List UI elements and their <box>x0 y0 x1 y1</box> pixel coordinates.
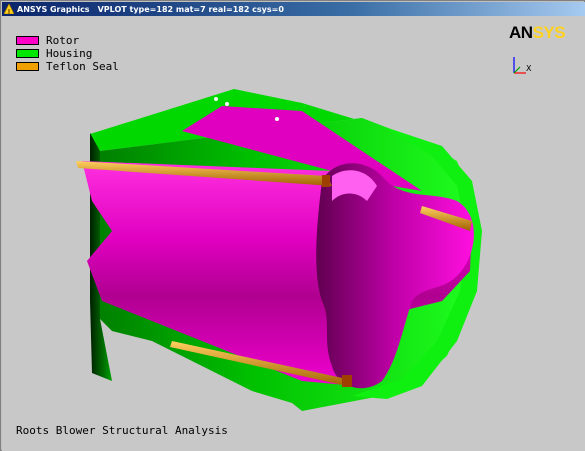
seal-end-bottom <box>342 375 352 387</box>
material-legend: Rotor Housing Teflon Seal <box>16 34 119 73</box>
window-title: ANSYS Graphics <box>17 4 90 14</box>
ansys-graphics-window: ANSYS Graphics VPLOT type=182 mat=7 real… <box>0 0 585 451</box>
title-bar[interactable]: ANSYS Graphics VPLOT type=182 mat=7 real… <box>2 2 585 16</box>
ansys-app-icon <box>4 4 14 14</box>
bolt-hole-1 <box>214 97 218 101</box>
logo-part-sys: SYS <box>532 23 566 42</box>
seal-end-top <box>322 175 330 187</box>
legend-item-rotor: Rotor <box>16 34 119 47</box>
legend-label-rotor: Rotor <box>46 34 80 47</box>
ansys-logo: ANSYS <box>509 23 566 43</box>
plot-title: Roots Blower Structural Analysis <box>16 424 228 437</box>
bolt-hole-2 <box>225 102 229 106</box>
legend-swatch-rotor <box>16 36 39 45</box>
coordinate-triad-icon: X <box>513 57 532 74</box>
legend-label-housing: Housing <box>46 47 93 60</box>
triad-x-label: X <box>526 64 532 73</box>
legend-item-housing: Housing <box>16 47 119 60</box>
bolt-hole-3 <box>275 117 279 121</box>
legend-item-teflon-seal: Teflon Seal <box>16 60 119 73</box>
graphics-viewport[interactable]: Rotor Housing Teflon Seal ANSYS X Roots … <box>2 16 585 451</box>
legend-label-teflon-seal: Teflon Seal <box>46 60 119 73</box>
rotor-housing-model <box>76 89 482 411</box>
legend-swatch-teflon-seal <box>16 62 39 71</box>
logo-part-an: AN <box>509 23 533 42</box>
window-plot-info: VPLOT type=182 mat=7 real=182 csys=0 <box>97 4 284 14</box>
legend-swatch-housing <box>16 49 39 58</box>
